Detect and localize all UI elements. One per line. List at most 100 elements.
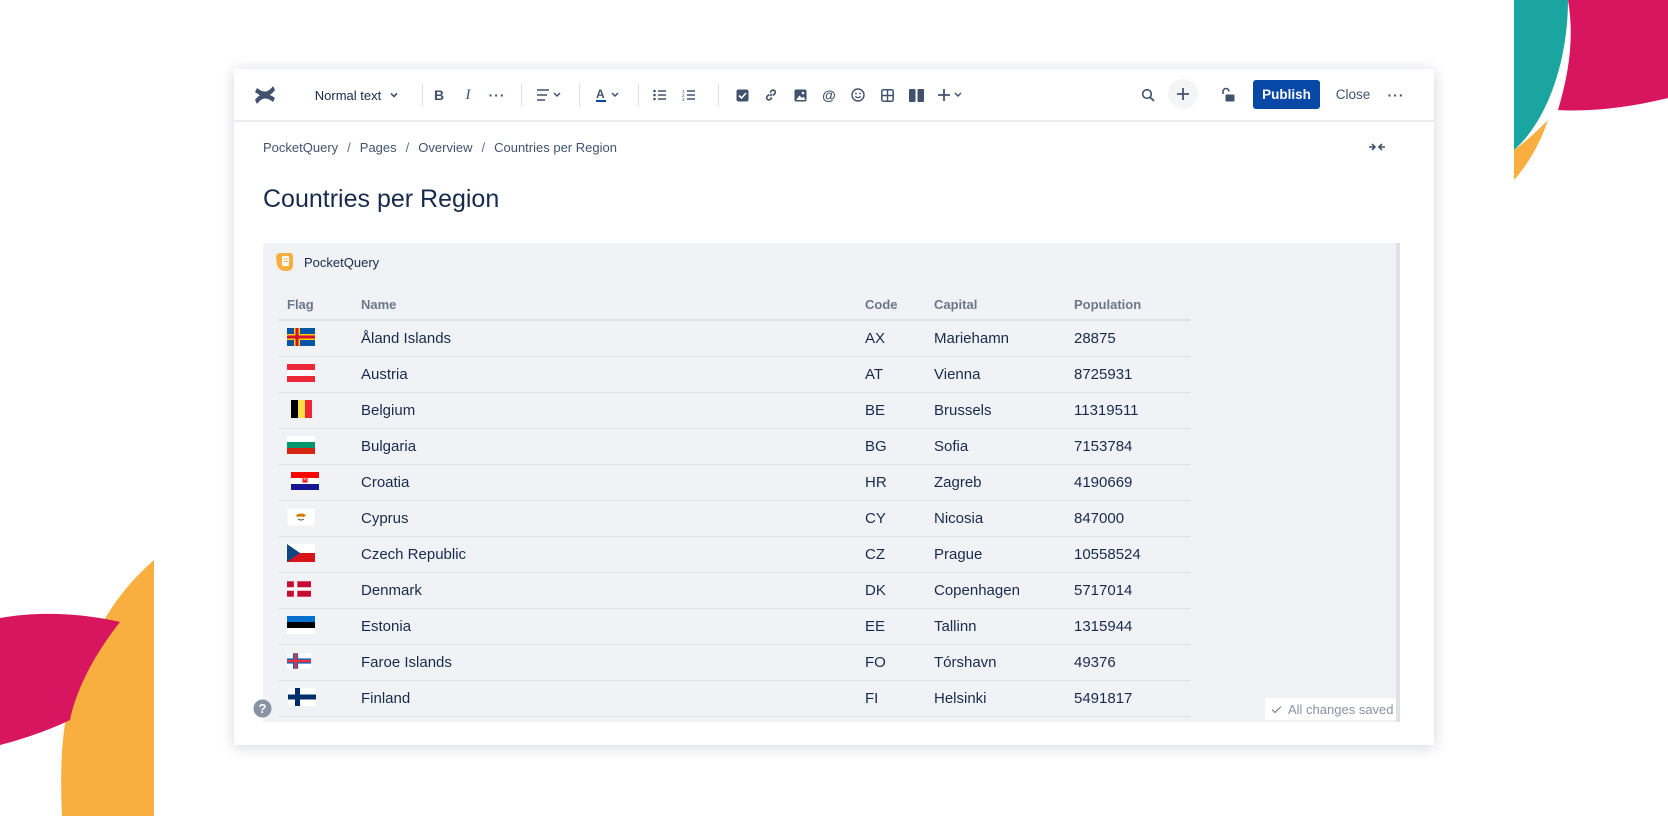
croatia-flag-icon bbox=[291, 471, 319, 490]
publish-button[interactable]: Publish bbox=[1253, 80, 1320, 109]
svg-text:A: A bbox=[596, 87, 605, 101]
country-code: BE bbox=[857, 392, 926, 429]
breadcrumb-item[interactable]: Pages bbox=[360, 140, 397, 155]
layouts-icon[interactable] bbox=[902, 81, 930, 109]
country-capital: Copenhagen bbox=[926, 572, 1066, 609]
country-population: 28875 bbox=[1066, 320, 1191, 357]
country-name: Bulgaria bbox=[353, 428, 857, 465]
table-icon[interactable] bbox=[873, 81, 901, 109]
checkmark-icon bbox=[1271, 705, 1282, 713]
confluence-logo-icon[interactable] bbox=[250, 81, 280, 109]
estonia-flag-icon bbox=[287, 615, 315, 634]
mention-icon[interactable]: @ bbox=[815, 81, 843, 109]
page-title[interactable]: Countries per Region bbox=[263, 185, 499, 214]
country-capital: Vienna bbox=[926, 356, 1066, 393]
svg-text:3: 3 bbox=[682, 97, 685, 101]
faroe-flag-icon bbox=[287, 652, 311, 669]
pocketquery-macro[interactable]: PocketQuery Flag Name Code Capital Popul… bbox=[263, 243, 1400, 722]
text-style-label: Normal text bbox=[314, 87, 382, 103]
more-options-icon[interactable]: ··· bbox=[1382, 81, 1410, 109]
pocketquery-logo-icon bbox=[276, 253, 293, 271]
insert-more-icon[interactable] bbox=[934, 81, 970, 109]
numbered-list-icon[interactable]: 123 bbox=[675, 81, 703, 109]
country-population: 8725931 bbox=[1066, 356, 1191, 393]
italic-icon[interactable]: I bbox=[454, 81, 482, 109]
flag-cell bbox=[279, 644, 353, 681]
country-name: Faroe Islands bbox=[353, 644, 857, 681]
country-name: Belgium bbox=[353, 392, 857, 429]
country-name: Denmark bbox=[353, 572, 857, 609]
belgium-flag-icon bbox=[291, 399, 312, 418]
restrictions-unlock-icon[interactable] bbox=[1214, 81, 1242, 109]
country-name: Austria bbox=[353, 356, 857, 393]
close-button[interactable]: Close bbox=[1328, 80, 1378, 109]
image-icon[interactable] bbox=[786, 81, 814, 109]
cyprus-flag-icon bbox=[287, 507, 315, 526]
aland-flag-icon bbox=[287, 327, 315, 346]
country-name: Croatia bbox=[353, 464, 857, 501]
country-population: 847000 bbox=[1066, 500, 1191, 537]
collapse-width-icon[interactable] bbox=[1368, 140, 1386, 158]
czech-flag-icon bbox=[287, 543, 315, 562]
table-row: Åland Islands AX Mariehamn 28875 bbox=[279, 320, 1191, 357]
country-population: 5491817 bbox=[1066, 680, 1191, 717]
toolbar-divider bbox=[638, 83, 639, 107]
table-header-row: Flag Name Code Capital Population bbox=[279, 289, 1191, 321]
text-style-dropdown[interactable]: Normal text bbox=[308, 81, 406, 109]
plus-icon bbox=[1177, 88, 1189, 100]
help-icon[interactable]: ? bbox=[253, 699, 272, 723]
breadcrumb-separator: / bbox=[405, 140, 410, 155]
table-row: Belgium BE Brussels 11319511 bbox=[279, 392, 1191, 429]
country-code: CZ bbox=[857, 536, 926, 573]
alignment-icon[interactable] bbox=[532, 81, 568, 109]
column-header-capital[interactable]: Capital bbox=[926, 289, 1066, 321]
breadcrumb-separator: / bbox=[481, 140, 486, 155]
create-button[interactable] bbox=[1168, 79, 1198, 109]
column-header-flag[interactable]: Flag bbox=[279, 289, 353, 321]
table-row: Denmark DK Copenhagen 5717014 bbox=[279, 572, 1191, 609]
country-capital: Prague bbox=[926, 536, 1066, 573]
country-code: FO bbox=[857, 644, 926, 681]
finland-flag-icon bbox=[288, 687, 316, 706]
table-row: Czech Republic CZ Prague 10558524 bbox=[279, 536, 1191, 573]
confluence-editor: Normal text B I ··· A 123 @ Publish Clos… bbox=[234, 69, 1434, 745]
breadcrumb-item[interactable]: Countries per Region bbox=[494, 140, 617, 155]
country-capital: Mariehamn bbox=[926, 320, 1066, 357]
countries-table: Flag Name Code Capital Population Åland … bbox=[279, 289, 1191, 717]
save-status-text: All changes saved bbox=[1288, 701, 1394, 717]
breadcrumb-item[interactable]: Overview bbox=[418, 140, 472, 155]
bullet-list-icon[interactable] bbox=[646, 81, 674, 109]
table-row: Bulgaria BG Sofia 7153784 bbox=[279, 428, 1191, 465]
country-population: 7153784 bbox=[1066, 428, 1191, 465]
toolbar-divider bbox=[718, 83, 719, 107]
column-header-name[interactable]: Name bbox=[353, 289, 857, 321]
breadcrumb-item[interactable]: PocketQuery bbox=[263, 140, 338, 155]
table-row: Croatia HR Zagreb 4190669 bbox=[279, 464, 1191, 501]
decorative-shapes-right bbox=[1514, 0, 1668, 180]
toolbar-divider bbox=[422, 83, 423, 107]
country-name: Estonia bbox=[353, 608, 857, 645]
flag-cell bbox=[279, 536, 353, 573]
bulgaria-flag-icon bbox=[287, 435, 315, 454]
search-icon[interactable] bbox=[1134, 81, 1162, 109]
flag-cell bbox=[279, 464, 353, 501]
flag-cell bbox=[279, 608, 353, 645]
country-population: 11319511 bbox=[1066, 392, 1191, 429]
table-row: Cyprus CY Nicosia 847000 bbox=[279, 500, 1191, 537]
flag-cell bbox=[279, 428, 353, 465]
country-capital: Zagreb bbox=[926, 464, 1066, 501]
column-header-code[interactable]: Code bbox=[857, 289, 926, 321]
country-code: EE bbox=[857, 608, 926, 645]
bold-icon[interactable]: B bbox=[425, 81, 453, 109]
flag-cell bbox=[279, 680, 353, 717]
flag-cell bbox=[279, 392, 353, 429]
link-icon[interactable] bbox=[757, 81, 785, 109]
editor-toolbar: Normal text B I ··· A 123 @ Publish Clos… bbox=[234, 69, 1434, 122]
country-code: HR bbox=[857, 464, 926, 501]
text-color-icon[interactable]: A bbox=[591, 81, 627, 109]
column-header-population[interactable]: Population bbox=[1066, 289, 1191, 321]
more-formatting-icon[interactable]: ··· bbox=[483, 81, 511, 109]
flag-cell bbox=[279, 500, 353, 537]
action-item-icon[interactable] bbox=[728, 81, 756, 109]
emoji-icon[interactable] bbox=[844, 81, 872, 109]
